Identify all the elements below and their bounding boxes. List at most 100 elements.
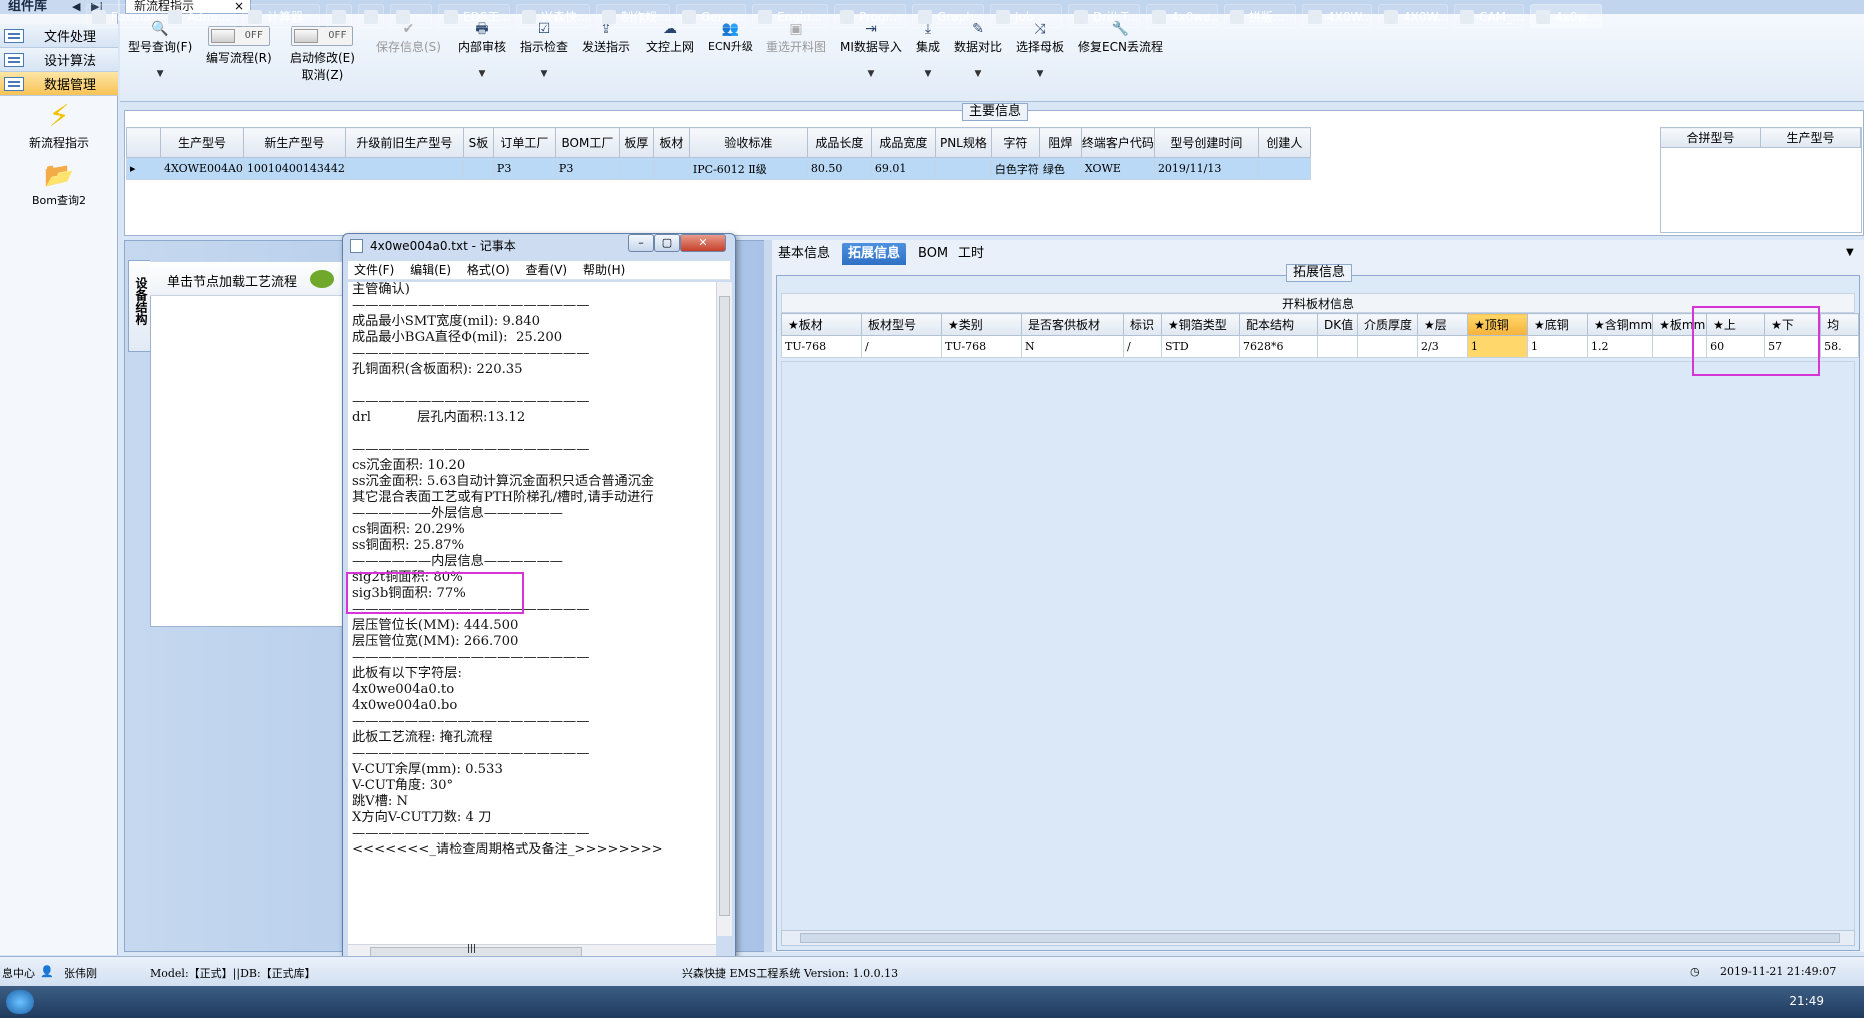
table-cell[interactable]: TU-768 bbox=[941, 335, 1022, 358]
taskbar-item-4x0w[interactable]: 4X0W... bbox=[1378, 4, 1448, 28]
menu-edit[interactable]: 编辑(E) bbox=[410, 263, 451, 277]
table-cell[interactable]: 7628*6 bbox=[1239, 335, 1318, 358]
close-button[interactable]: ✕ bbox=[680, 234, 726, 252]
grid-corner[interactable] bbox=[126, 127, 161, 158]
menu-view[interactable]: 查看(V) bbox=[526, 263, 568, 277]
col-header[interactable]: 板材 bbox=[652, 127, 690, 158]
table-cell[interactable]: 绿色 bbox=[1038, 157, 1082, 180]
table-cell[interactable]: IPC-6012 Ⅱ级 bbox=[688, 157, 808, 180]
start-edit-toggle[interactable]: OFF 启动修改(E) 取消(Z) bbox=[290, 26, 355, 83]
table-cell[interactable] bbox=[462, 157, 494, 180]
col-header[interactable]: 终端客户代码 bbox=[1080, 127, 1155, 158]
taskbar-item-job[interactable]: Job ... bbox=[990, 4, 1062, 28]
col-header[interactable]: 创建人 bbox=[1257, 127, 1311, 158]
taskbar-item-spec[interactable]: 制作规... bbox=[596, 4, 670, 28]
menu-format[interactable]: 格式(O) bbox=[467, 263, 510, 277]
col-header[interactable]: ★底铜 bbox=[1527, 313, 1588, 336]
menu-help[interactable]: 帮助(H) bbox=[583, 263, 625, 277]
table-cell[interactable]: / bbox=[861, 335, 942, 358]
col-header[interactable]: 成品宽度 bbox=[870, 127, 936, 158]
taskbar-item-admin[interactable]: Admi... bbox=[162, 4, 236, 28]
tab-bom[interactable]: BOM bbox=[912, 243, 954, 265]
table-cell[interactable] bbox=[618, 157, 654, 180]
taskbar-item-panelize[interactable]: 拼版... bbox=[1224, 4, 1296, 28]
table-cell[interactable]: 白色字符 bbox=[990, 157, 1040, 180]
taskbar-item-program[interactable]: Progr... bbox=[834, 4, 906, 28]
select-mother-board-button[interactable]: ⤨ 选择母板 ▼ bbox=[1016, 20, 1064, 79]
table-cell[interactable]: 1 bbox=[1527, 335, 1588, 358]
table-cell[interactable] bbox=[344, 157, 464, 180]
chat-bubble-icon[interactable] bbox=[310, 270, 334, 288]
tab-work-hours[interactable]: 工时 bbox=[952, 243, 990, 265]
internal-review-button[interactable]: 🖶 内部审核 ▼ bbox=[458, 20, 506, 79]
table-cell[interactable] bbox=[1317, 335, 1358, 358]
table-cell[interactable]: 1.2 bbox=[1586, 335, 1654, 358]
mi-import-button[interactable]: ⇥ MI数据导入 ▼ bbox=[840, 20, 902, 79]
table-cell[interactable]: 4XOWE004A0 bbox=[160, 157, 244, 180]
taskbar-item-4x0we[interactable]: 4x0we... bbox=[1146, 4, 1218, 28]
notepad-text-area[interactable]: 主管确认) —————————————————— 成品最小SMT宽度(mil): 9… bbox=[348, 282, 716, 946]
taskbar-item-eds[interactable]: EDS工... bbox=[438, 4, 510, 28]
table-cell[interactable]: 2/3 bbox=[1417, 335, 1468, 358]
table-cell[interactable]: / bbox=[1123, 335, 1162, 358]
col-header[interactable]: 新生产型号 bbox=[242, 127, 346, 158]
horizontal-scrollbar[interactable] bbox=[781, 930, 1855, 946]
col-header[interactable]: ★铜箔类型 bbox=[1161, 313, 1240, 336]
col-header[interactable]: PNL规格 bbox=[934, 127, 992, 158]
col-header[interactable]: 是否客供板材 bbox=[1021, 313, 1124, 336]
taskbar-item-drill[interactable]: Drill T... bbox=[1068, 4, 1140, 28]
table-cell[interactable] bbox=[652, 157, 690, 180]
col-header[interactable]: 板厚 bbox=[618, 127, 654, 158]
taskbar-item-app[interactable] bbox=[326, 4, 352, 28]
col-header[interactable]: 生产型号 bbox=[160, 127, 244, 158]
col-header[interactable]: ★层 bbox=[1417, 313, 1468, 336]
menu-file[interactable]: 文件(F) bbox=[354, 263, 394, 277]
taskbar-item-genesis[interactable]: Gene... bbox=[676, 4, 746, 28]
taskbar-item-graph[interactable]: Graph... bbox=[912, 4, 984, 28]
col-header[interactable]: ★类别 bbox=[941, 313, 1022, 336]
table-row[interactable]: ▸ 4XOWE004A0 10010400143442 P3 P3 IPC-60… bbox=[126, 157, 1311, 180]
table-cell[interactable]: 10010400143442 bbox=[242, 157, 346, 180]
table-cell[interactable]: N bbox=[1021, 335, 1124, 358]
edit-flow-toggle[interactable]: OFF 编写流程(R) bbox=[206, 26, 272, 66]
col-header[interactable]: 字符 bbox=[990, 127, 1040, 158]
model-query-button[interactable]: 🔍 型号查询(F) ▼ bbox=[128, 20, 192, 79]
chevron-down-icon[interactable]: ▼ bbox=[1846, 247, 1854, 258]
table-cell[interactable]: 58. bbox=[1820, 335, 1860, 358]
scroll-thumb[interactable] bbox=[800, 933, 1840, 943]
notepad-vertical-scrollbar[interactable] bbox=[716, 282, 732, 936]
app-bom-query[interactable]: 📂 Bom查询2 bbox=[0, 158, 118, 208]
table-cell[interactable]: P3 bbox=[492, 157, 556, 180]
col-header[interactable]: 阻焊 bbox=[1038, 127, 1082, 158]
table-cell[interactable]: STD bbox=[1161, 335, 1240, 358]
col-header[interactable]: 升级前旧生产型号 bbox=[344, 127, 464, 158]
col-header[interactable]: ★含铜mm bbox=[1586, 313, 1654, 336]
taskbar-item-cam[interactable]: CAM_... bbox=[1454, 4, 1524, 28]
taskbar-item-engineering[interactable]: Engin... bbox=[752, 4, 828, 28]
table-cell[interactable] bbox=[1357, 335, 1418, 358]
integrate-button[interactable]: ⤓ 集成 ▼ bbox=[916, 20, 940, 79]
col-header[interactable]: 验收标准 bbox=[688, 127, 808, 158]
table-cell[interactable] bbox=[934, 157, 992, 180]
nav-design-algorithm[interactable]: 设计算法 bbox=[0, 48, 118, 72]
col-header[interactable]: ★板材 bbox=[781, 313, 862, 336]
col-header[interactable]: 标识 bbox=[1123, 313, 1162, 336]
table-cell[interactable]: P3 bbox=[554, 157, 620, 180]
col-header[interactable]: DK值 bbox=[1317, 313, 1358, 336]
table-cell[interactable] bbox=[1257, 157, 1311, 180]
taskbar-item-4x0w[interactable]: 4X0W... bbox=[1302, 4, 1372, 28]
minimize-button[interactable]: – bbox=[628, 234, 654, 252]
taskbar-clock[interactable]: 21:49 bbox=[1789, 994, 1824, 1008]
data-compare-button[interactable]: ✎ 数据对比 ▼ bbox=[954, 20, 1002, 79]
table-cell[interactable]: 80.50 bbox=[806, 157, 872, 180]
col-header[interactable]: S板 bbox=[462, 127, 494, 158]
col-header[interactable]: 生产型号 bbox=[1760, 127, 1861, 148]
taskbar-item-app[interactable] bbox=[390, 4, 432, 28]
cancel-label[interactable]: 取消(Z) bbox=[302, 68, 344, 82]
status-center[interactable]: 息中心 bbox=[2, 965, 35, 981]
col-header[interactable]: 均 bbox=[1820, 313, 1860, 336]
table-cell-top-copper[interactable]: 1 bbox=[1467, 335, 1528, 358]
col-header[interactable]: 型号创建时间 bbox=[1153, 127, 1259, 158]
taskbar-item-xingsen[interactable]: 兴森快... bbox=[516, 4, 590, 28]
maximize-button[interactable]: ▢ bbox=[654, 234, 680, 252]
